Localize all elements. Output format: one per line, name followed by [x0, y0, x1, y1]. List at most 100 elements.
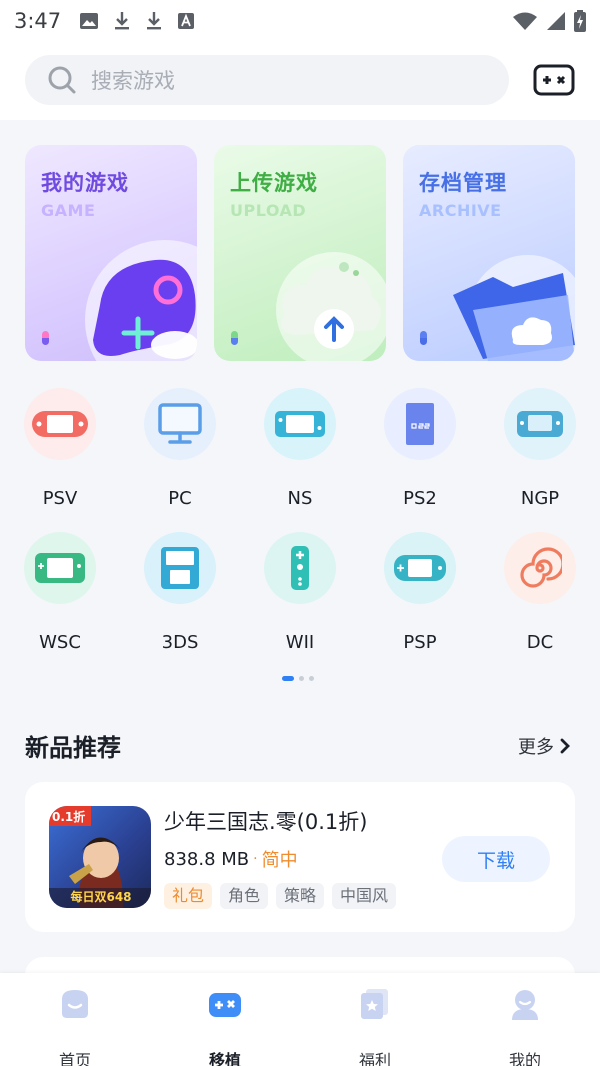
- platform-psv[interactable]: PSV: [10, 388, 110, 518]
- game-list-item[interactable]: 0.1折 每日双648 少年三国志.零(0.1折) 838.8 MB · 简中 …: [25, 782, 575, 932]
- game-title: 少年三国志.零(0.1折): [164, 810, 368, 834]
- platform-icon-bg: [504, 532, 576, 604]
- gamepad-icon: [209, 993, 241, 1017]
- home-icon: [62, 990, 88, 1018]
- status-bar: 3:47: [0, 0, 600, 42]
- dc-swirl-icon: [520, 547, 562, 588]
- platform-label: NS: [287, 488, 313, 509]
- platform-label: WSC: [39, 632, 81, 653]
- tag: 角色: [220, 883, 269, 909]
- platform-icon-bg: [264, 388, 336, 460]
- nav-mine[interactable]: 我的: [475, 987, 575, 1066]
- platform-label: NGP: [520, 488, 560, 509]
- card-archive-management[interactable]: 存档管理 ARCHIVE: [403, 145, 575, 361]
- platform-icon-bg: [384, 388, 456, 460]
- game-icon-badge: 0.1折: [52, 810, 86, 824]
- ps2-icon: [406, 403, 434, 445]
- game-icon-caption: 每日双648: [70, 890, 132, 904]
- monitor-icon: [158, 403, 202, 444]
- platform-icon-bg: [24, 532, 96, 604]
- platform-label: PSP: [403, 632, 437, 653]
- platform-label: DC: [526, 632, 554, 653]
- wii-remote-icon: [291, 546, 309, 590]
- switch-icon: [275, 411, 325, 437]
- gift-cards-icon: [361, 989, 388, 1019]
- platform-wii[interactable]: WII: [250, 532, 350, 662]
- ngp-icon: [517, 411, 563, 437]
- nav-label: 我的: [508, 1051, 541, 1066]
- card-title: 上传游戏: [230, 171, 318, 195]
- card-indicator: [42, 331, 49, 345]
- tag: 策略: [276, 883, 325, 909]
- platform-label: PSV: [42, 488, 78, 509]
- card-subtitle: UPLOAD: [230, 201, 307, 220]
- platform-pc[interactable]: PC: [130, 388, 230, 518]
- section-title: 新品推荐: [25, 734, 121, 762]
- chevron-right-icon: [560, 738, 570, 754]
- wifi-icon: [513, 12, 537, 30]
- status-time: 3:47: [14, 9, 62, 33]
- platform-icon-bg: [384, 532, 456, 604]
- platform-ns[interactable]: NS: [250, 388, 350, 518]
- psp-icon: [394, 555, 446, 581]
- game-meta: 838.8 MB · 简中: [164, 846, 298, 872]
- platform-ps2[interactable]: PS2: [370, 388, 470, 518]
- card-subtitle: ARCHIVE: [419, 201, 502, 220]
- more-label: 更多: [518, 737, 554, 758]
- page-dot: [309, 676, 314, 681]
- system-icons: [512, 10, 586, 32]
- nav-label: 福利: [358, 1051, 391, 1066]
- meta-separator: ·: [253, 851, 258, 867]
- card-title: 存档管理: [419, 171, 507, 195]
- nav-label: 移植: [208, 1051, 241, 1066]
- card-indicator: [231, 331, 238, 345]
- download-icon: [115, 12, 130, 30]
- card-my-games[interactable]: 我的游戏 GAME: [25, 145, 197, 361]
- game-icon: 0.1折 每日双648: [49, 806, 151, 908]
- psv-icon: [32, 411, 88, 437]
- nav-home[interactable]: 首页: [25, 987, 125, 1066]
- gamepad-icon: [533, 64, 575, 96]
- platform-dc[interactable]: DC: [490, 532, 590, 662]
- nav-label: 首页: [58, 1051, 91, 1066]
- tag: 中国风: [332, 883, 397, 909]
- nav-benefits[interactable]: 福利: [325, 987, 425, 1066]
- platform-icon-bg: [24, 388, 96, 460]
- platform-ngp[interactable]: NGP: [490, 388, 590, 518]
- download-button[interactable]: 下载: [442, 836, 550, 882]
- search-input[interactable]: 搜索游戏: [25, 55, 509, 105]
- tag-gift: 礼包: [164, 883, 213, 909]
- platform-3ds[interactable]: 3DS: [130, 532, 230, 662]
- game-language: 简中: [261, 850, 298, 871]
- wsc-icon: [35, 553, 85, 583]
- card-upload-game[interactable]: 上传游戏 UPLOAD: [214, 145, 386, 361]
- page-dot: [299, 676, 304, 681]
- platform-psp[interactable]: PSP: [370, 532, 470, 662]
- platform-icon-bg: [264, 532, 336, 604]
- platform-label: PS2: [403, 488, 437, 509]
- search-placeholder: 搜索游戏: [91, 69, 175, 93]
- download-icon: [147, 12, 162, 30]
- battery-charging-icon: [574, 10, 586, 32]
- card-indicator: [420, 331, 427, 345]
- 3ds-icon: [161, 547, 199, 589]
- text-icon: [178, 13, 195, 29]
- card-subtitle: GAME: [41, 201, 96, 220]
- gamepad-button[interactable]: [532, 62, 576, 98]
- search-icon: [48, 66, 76, 94]
- platform-label: WII: [285, 632, 315, 653]
- more-link[interactable]: 更多: [518, 733, 570, 759]
- nav-port[interactable]: 移植: [175, 987, 275, 1066]
- platform-label: 3DS: [161, 632, 199, 653]
- card-title: 我的游戏: [41, 171, 129, 195]
- signal-icon: [547, 12, 565, 30]
- game-size: 838.8 MB: [164, 848, 250, 870]
- page-indicator: [282, 676, 314, 681]
- user-icon: [512, 990, 538, 1020]
- platform-icon-bg: [504, 388, 576, 460]
- platform-wsc[interactable]: WSC: [10, 532, 110, 662]
- game-tags: 礼包 角色 策略 中国风: [164, 883, 397, 909]
- platform-icon-bg: [144, 388, 216, 460]
- image-icon: [80, 13, 99, 29]
- platform-label: PC: [168, 488, 192, 509]
